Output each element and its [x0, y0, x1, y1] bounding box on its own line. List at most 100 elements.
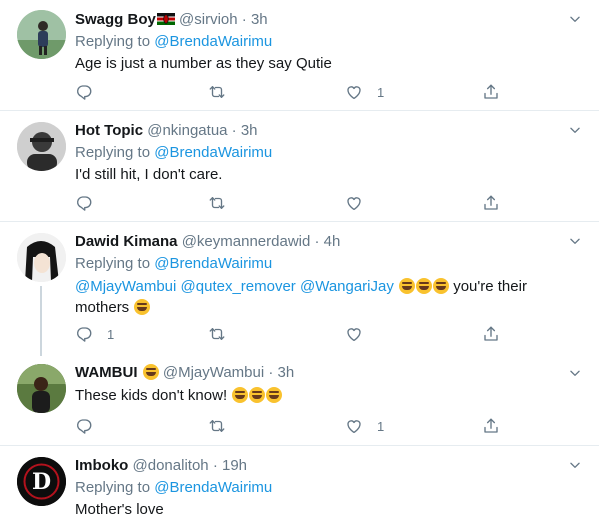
timestamp[interactable]: 4h	[324, 233, 341, 250]
user-handle[interactable]: @keymannerdawid	[182, 233, 311, 250]
retweet-button[interactable]	[208, 192, 226, 214]
avatar[interactable]	[17, 122, 66, 171]
mention-link[interactable]: @WangariJay	[300, 278, 394, 295]
avatar[interactable]: D	[17, 457, 66, 506]
replying-to-label: Replying to	[75, 255, 151, 272]
chevron-down-icon[interactable]	[568, 12, 582, 26]
tweet-header: Imboko @donalitoh · 19h	[75, 456, 569, 476]
share-button[interactable]	[482, 192, 500, 214]
tweet-text: These kids don't know!	[75, 385, 569, 406]
kenya-flag-icon	[156, 11, 175, 25]
tweet-header: Hot Topic @nkingatua · 3h	[75, 121, 569, 141]
share-button[interactable]	[482, 415, 500, 437]
user-handle[interactable]: @donalitoh	[133, 457, 209, 474]
timestamp[interactable]: 3h	[278, 364, 295, 381]
share-button[interactable]	[482, 81, 500, 103]
separator: ·	[241, 11, 247, 28]
separator: ·	[231, 122, 237, 139]
joy-emoji-icon	[249, 387, 266, 403]
display-name[interactable]: Dawid Kimana	[75, 233, 178, 250]
replying-to-mention[interactable]: @BrendaWairimu	[154, 33, 272, 50]
tweet[interactable]: Hot Topic @nkingatua · 3h Replying to @B…	[0, 111, 599, 222]
chevron-down-icon[interactable]	[568, 234, 582, 248]
replying-to: Replying to @BrendaWairimu	[75, 142, 569, 163]
chevron-down-icon[interactable]	[568, 366, 582, 380]
rofl-emoji-icon	[399, 278, 416, 294]
thread-line	[40, 286, 42, 356]
reply-icon	[75, 83, 93, 101]
reply-button[interactable]	[75, 81, 107, 103]
user-handle[interactable]: @MjayWambui	[163, 364, 264, 381]
share-icon	[482, 325, 500, 343]
tweet-text: Mother's love	[75, 501, 164, 518]
reply-icon	[75, 417, 93, 435]
reply-icon	[75, 194, 93, 212]
reply-button[interactable]	[75, 415, 107, 437]
avatar[interactable]	[17, 10, 66, 59]
tweet-text: I'd still hit, I don't care.	[75, 166, 223, 183]
share-icon	[482, 83, 500, 101]
like-button[interactable]	[345, 192, 377, 214]
tweet[interactable]: D Imboko @donalitoh · 19h Replying to @B…	[0, 446, 599, 526]
like-button[interactable]	[345, 323, 377, 345]
retweet-button[interactable]	[208, 323, 226, 345]
heart-icon	[345, 417, 363, 435]
chevron-down-icon[interactable]	[568, 123, 582, 137]
like-count: 1	[377, 84, 385, 100]
replying-to-label: Replying to	[75, 33, 151, 50]
timestamp[interactable]: 3h	[251, 11, 268, 28]
rofl-emoji-icon	[433, 278, 450, 294]
mention-link[interactable]: @MjayWambui	[75, 278, 176, 295]
mention-link[interactable]: @qutex_remover	[181, 278, 296, 295]
chevron-down-icon[interactable]	[568, 458, 582, 472]
display-name[interactable]: Hot Topic	[75, 122, 143, 139]
retweet-button[interactable]	[208, 415, 226, 437]
reply-button[interactable]	[75, 192, 107, 214]
display-name[interactable]: WAMBUI	[75, 364, 138, 381]
joy-emoji-icon	[232, 387, 249, 403]
tweet[interactable]: Dawid Kimana @keymannerdawid · 4h Replyi…	[0, 222, 599, 356]
timestamp[interactable]: 19h	[222, 457, 247, 474]
tweet[interactable]: Swagg Boy @sirvioh · 3h Replying to @Bre…	[0, 0, 599, 111]
separator: ·	[268, 364, 274, 381]
share-button[interactable]	[482, 323, 500, 345]
joy-emoji-icon	[266, 387, 283, 403]
retweet-icon	[208, 194, 226, 212]
separator: ·	[314, 233, 320, 250]
replying-to-mention[interactable]: @BrendaWairimu	[154, 144, 272, 161]
user-handle[interactable]: @nkingatua	[147, 122, 227, 139]
tweet-actions	[75, 192, 515, 214]
reply-button[interactable]: 1	[75, 323, 114, 345]
heart-icon	[345, 325, 363, 343]
tweet-text-body: These kids don't know!	[75, 387, 228, 404]
avatar[interactable]	[17, 233, 66, 282]
share-icon	[482, 417, 500, 435]
retweet-button[interactable]	[208, 81, 226, 103]
like-button[interactable]: 1	[345, 81, 384, 103]
display-name[interactable]: Swagg Boy	[75, 11, 156, 28]
replying-to: Replying to @BrendaWairimu	[75, 253, 569, 274]
replying-to: Replying to @BrendaWairimu	[75, 477, 569, 498]
share-icon	[482, 194, 500, 212]
replying-to-mention[interactable]: @BrendaWairimu	[154, 479, 272, 496]
replying-to-label: Replying to	[75, 479, 151, 496]
reply-count: 1	[107, 326, 115, 342]
avatar[interactable]	[17, 364, 66, 413]
replying-to-label: Replying to	[75, 144, 151, 161]
tweet-text: Age is just a number as they say Qutie	[75, 55, 332, 72]
tweet-text: @MjayWambui @qutex_remover @WangariJay y…	[75, 276, 569, 318]
tweet-actions: 1	[75, 415, 515, 437]
heart-icon	[345, 83, 363, 101]
user-handle[interactable]: @sirvioh	[179, 11, 238, 28]
replying-to: Replying to @BrendaWairimu	[75, 31, 569, 52]
timestamp[interactable]: 3h	[241, 122, 258, 139]
reply-icon	[75, 325, 93, 343]
svg-text:D: D	[32, 469, 51, 495]
display-name[interactable]: Imboko	[75, 457, 128, 474]
like-button[interactable]: 1	[345, 415, 384, 437]
tweet[interactable]: WAMBUI @MjayWambui · 3h These kids don't…	[0, 354, 599, 446]
replying-to-mention[interactable]: @BrendaWairimu	[154, 255, 272, 272]
tweet-text-tail: you're their	[453, 278, 527, 295]
tweet-header: WAMBUI @MjayWambui · 3h	[75, 363, 569, 383]
tweet-actions: 1	[75, 323, 515, 345]
